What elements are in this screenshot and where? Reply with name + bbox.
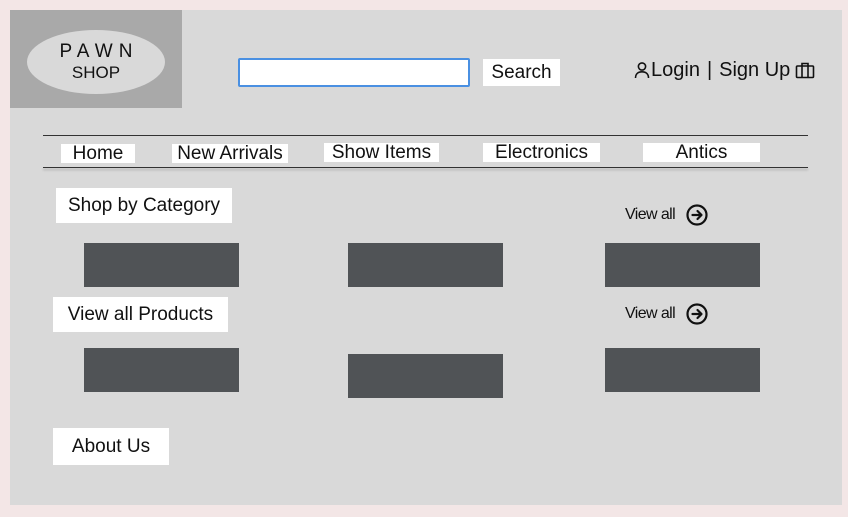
- nav-item-home[interactable]: Home: [61, 143, 135, 164]
- category-tile-2[interactable]: [348, 243, 503, 287]
- products-view-all-link[interactable]: View all: [625, 302, 709, 326]
- auth-separator: |: [706, 58, 713, 81]
- user-icon: [633, 61, 651, 79]
- signup-link[interactable]: Sign Up: [719, 59, 790, 82]
- search-button[interactable]: Search: [483, 59, 560, 86]
- nav-item-show-items[interactable]: Show Items: [324, 142, 439, 163]
- logo-text-line2: SHOP: [71, 63, 121, 83]
- bag-icon[interactable]: [795, 61, 815, 79]
- nav-top-divider: [43, 135, 808, 136]
- nav-item-antics[interactable]: Antics: [643, 142, 760, 163]
- nav-item-new-arrivals[interactable]: New Arrivals: [172, 143, 288, 164]
- auth-links: Login | Sign Up: [633, 57, 815, 83]
- view-all-products-heading: View all Products: [53, 297, 228, 332]
- product-tile-1[interactable]: [84, 348, 239, 392]
- logo-text-line1: PAWN: [59, 41, 139, 63]
- product-tile-2[interactable]: [348, 354, 503, 398]
- category-tile-3[interactable]: [605, 243, 760, 287]
- search-input[interactable]: [238, 58, 470, 87]
- about-us-link[interactable]: About Us: [53, 428, 169, 465]
- logo[interactable]: PAWN SHOP: [27, 30, 165, 94]
- login-link[interactable]: Login: [651, 59, 700, 82]
- arrow-circle-right-icon: [685, 203, 709, 227]
- nav-bottom-divider: [43, 167, 808, 168]
- arrow-circle-right-icon: [685, 302, 709, 326]
- category-view-all-label: View all: [625, 206, 676, 223]
- nav-item-electronics[interactable]: Electronics: [483, 142, 600, 163]
- products-view-all-label: View all: [625, 305, 676, 322]
- category-tile-1[interactable]: [84, 243, 239, 287]
- product-tile-3[interactable]: [605, 348, 760, 392]
- category-view-all-link[interactable]: View all: [625, 203, 709, 227]
- shop-by-category-heading: Shop by Category: [56, 188, 232, 223]
